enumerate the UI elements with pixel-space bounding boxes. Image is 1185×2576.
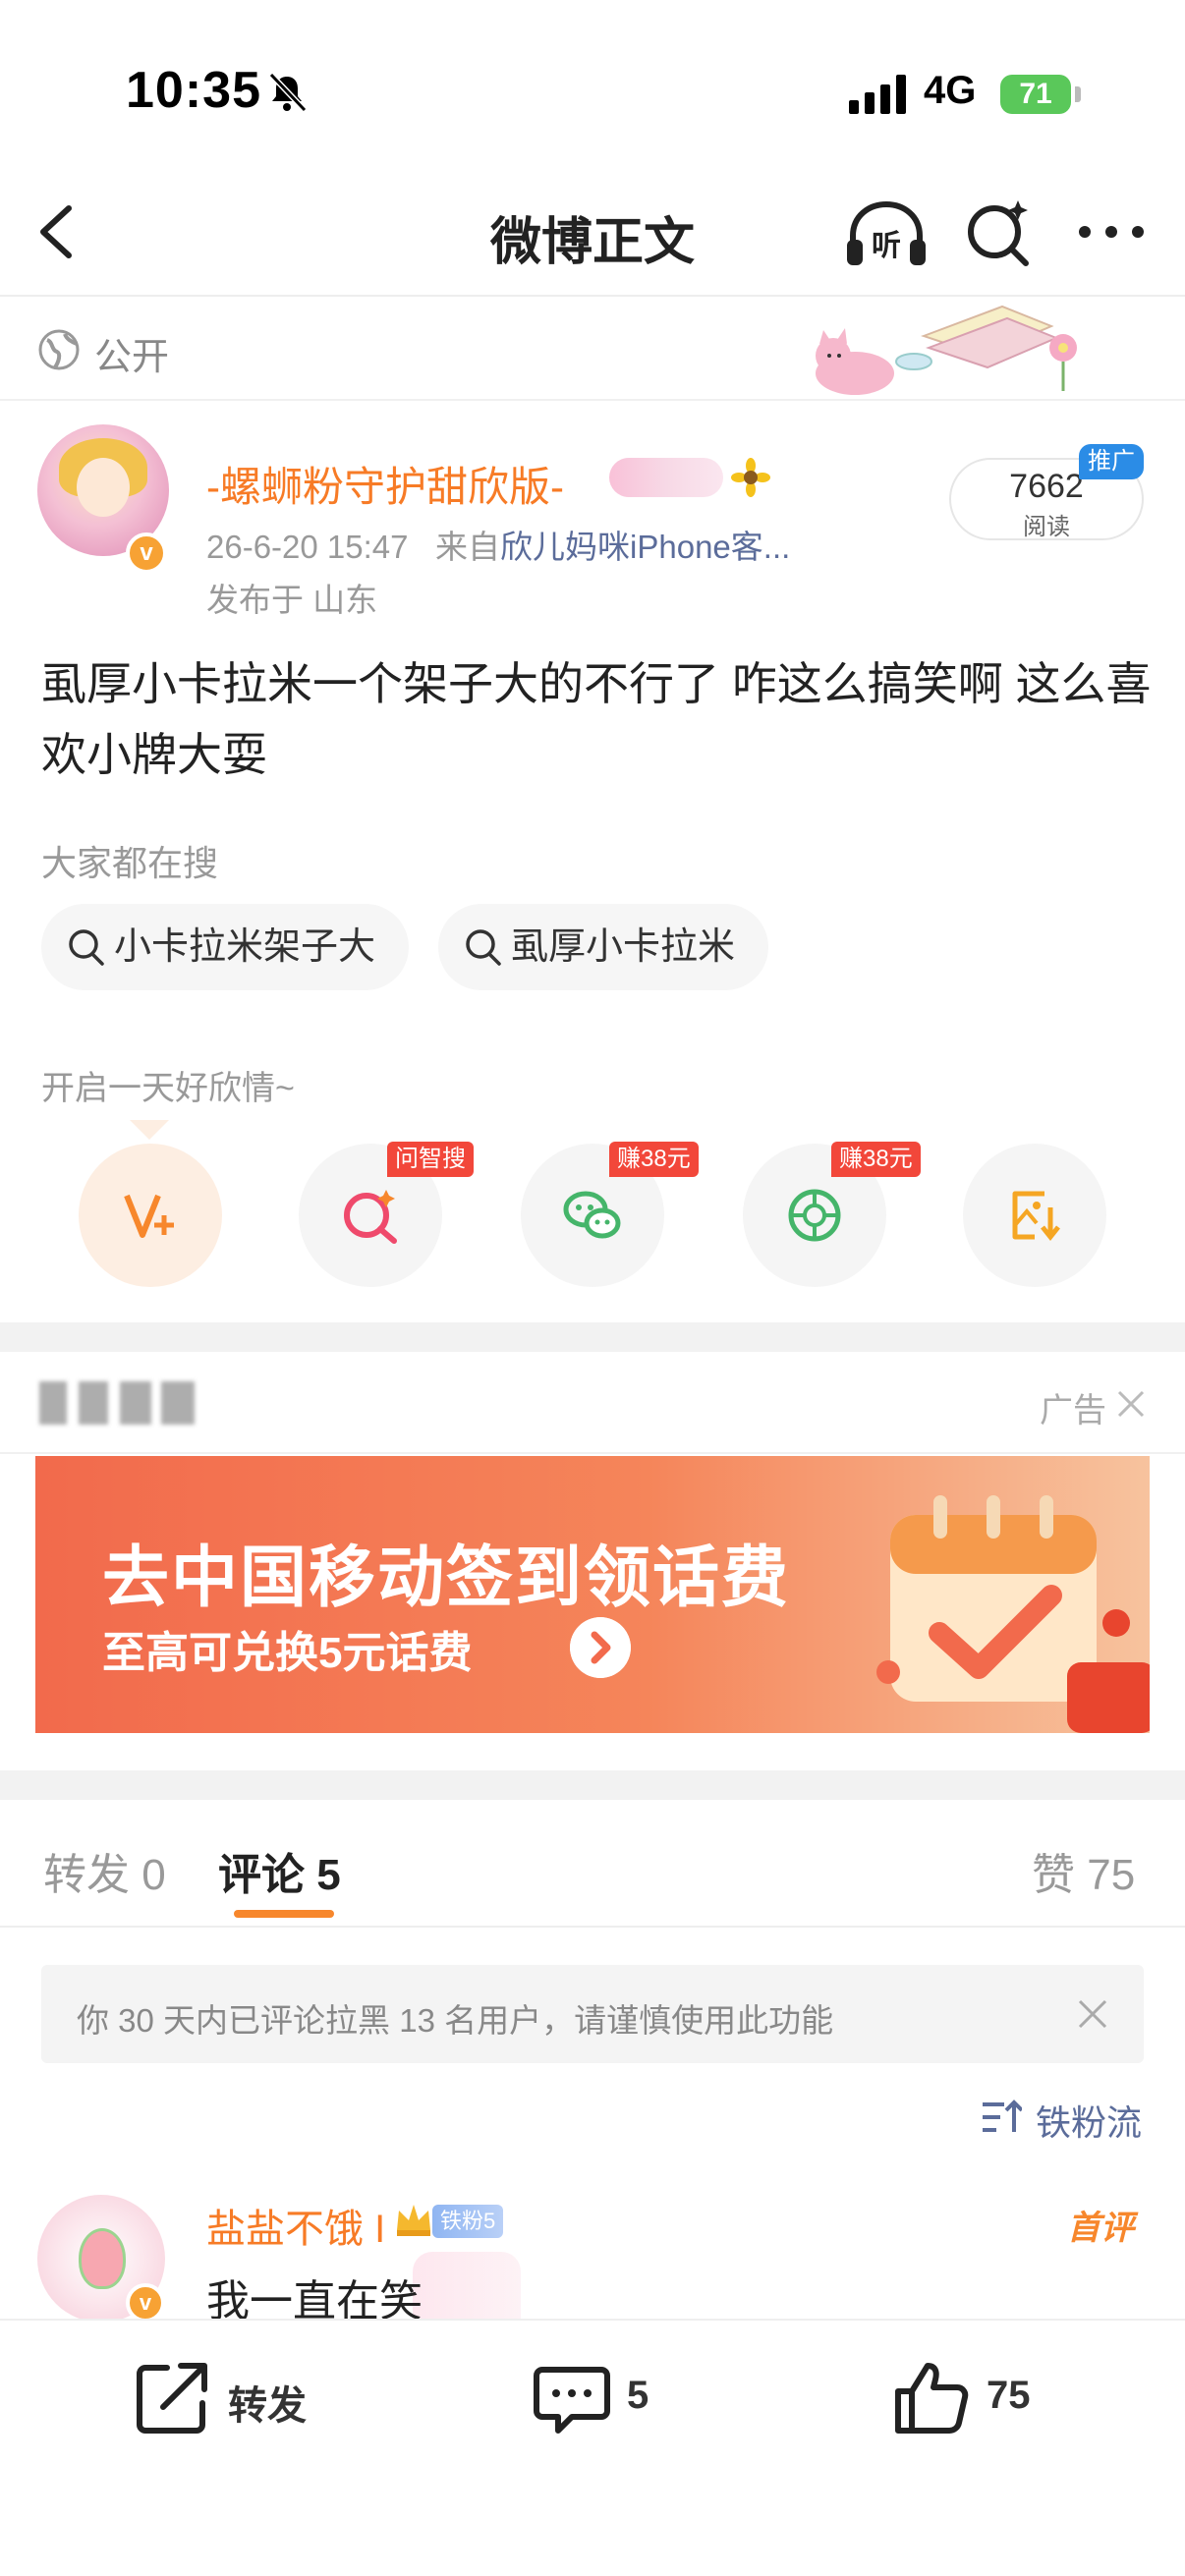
fan-level-badge: 铁粉5 (432, 2205, 504, 2238)
post-timestamp: 26-6-20 15:47 (206, 529, 409, 565)
hot-search-chip-label: 小卡拉米架子大 (114, 926, 376, 968)
hot-search-chip[interactable]: 虱厚小卡拉米 (438, 904, 769, 990)
status-bar: 10:35 4G 71 (0, 0, 1185, 167)
crown-icon (397, 2205, 430, 2236)
sort-icon (983, 2100, 1022, 2132)
greeting-text: 开启一天好欣情~ (41, 1070, 295, 1107)
chevron-right-icon (570, 1617, 631, 1678)
bell-slash-icon (268, 72, 308, 113)
comment-tabs: 转发 0 评论 5 赞 75 (0, 1800, 1185, 1928)
section-divider (0, 1770, 1185, 1800)
comment-icon (534, 2367, 610, 2434)
moments-icon (788, 1189, 841, 1242)
search-icon[interactable] (963, 196, 1034, 267)
fan-badge[interactable] (609, 458, 723, 497)
save-image-button[interactable] (963, 1144, 1106, 1287)
comment-count: 5 (627, 2374, 649, 2417)
ad-label: 广告 (1040, 1392, 1106, 1429)
nav-bar: 微博正文 听 (0, 167, 1185, 297)
ad-banner[interactable]: 去中国移动签到领话费 至高可兑换5元话费 (35, 1456, 1150, 1733)
author-name[interactable]: -螺蛳粉守护甜欣版- (206, 454, 564, 514)
battery-tip (1075, 86, 1081, 102)
first-comment-tag: 首评 (1067, 2210, 1134, 2247)
ad-header: 广告 (0, 1352, 1185, 1454)
post-location: 发布于 山东 (206, 582, 378, 618)
save-image-icon (1012, 1191, 1060, 1242)
vplus-button[interactable] (79, 1144, 222, 1287)
close-icon[interactable] (1077, 1998, 1108, 2030)
post-source[interactable]: 欣儿妈咪iPhone客... (500, 529, 790, 565)
search-icon (69, 929, 104, 966)
hot-search-chip[interactable]: 小卡拉米架子大 (41, 904, 410, 990)
post-meta: 26-6-20 15:47 来自欣儿妈咪iPhone客... (206, 521, 790, 568)
calendar-illustration-icon (876, 1495, 1150, 1733)
globe-icon (38, 329, 80, 370)
repost-label: 转发 (228, 2384, 307, 2428)
post-body: 虱厚小卡拉米一个架子大的不行了 咋这么搞笑啊 这么喜欢小牌大耍 (41, 658, 1152, 780)
smart-search-icon (344, 1190, 397, 1244)
avatar-fruit (79, 2228, 126, 2289)
bottom-action-bar: 转发 5 75 (0, 2319, 1185, 2576)
listen-icon[interactable]: 听 (843, 196, 930, 271)
search-icon (466, 929, 501, 966)
network-type: 4G (924, 69, 977, 112)
status-time: 10:35 (126, 62, 261, 119)
ad-subtitle: 至高可兑换5元话费 (102, 1629, 473, 1677)
promo-tag: 推广 (1079, 444, 1144, 479)
tab-like[interactable]: 赞 75 (1032, 1839, 1135, 1902)
section-divider (0, 1322, 1185, 1352)
pointer-indicator (130, 1120, 169, 1140)
tool-badge: 赚38元 (831, 1142, 921, 1177)
visibility-label: 公开 (94, 337, 170, 378)
tool-badge: 问智搜 (387, 1142, 474, 1177)
tool-badge: 赚38元 (609, 1142, 699, 1177)
notice-text: 你 30 天内已评论拉黑 13 名用户，请谨慎使用此功能 (77, 2002, 834, 2039)
like-count: 75 (987, 2374, 1031, 2417)
avatar-face (77, 458, 130, 517)
vplus-icon (124, 1194, 174, 1238)
cat-illustration-icon (816, 305, 1077, 395)
commenter-name[interactable]: 盐盐不饿 I (206, 2197, 385, 2254)
sunflower-icon (731, 458, 770, 497)
listen-icon-text: 听 (872, 229, 901, 263)
active-tab-indicator (234, 1910, 334, 1918)
verified-badge: v (126, 532, 167, 574)
tab-comment[interactable]: 评论 5 (218, 1839, 341, 1902)
verified-badge: v (126, 2283, 165, 2323)
hot-search-title: 大家都在搜 (41, 843, 219, 883)
comment-decoration (413, 2252, 521, 2321)
sort-label: 铁粉流 (1036, 2102, 1143, 2143)
visibility-row: 公开 (0, 297, 1185, 401)
like-icon (895, 2363, 969, 2434)
close-icon[interactable] (1116, 1389, 1146, 1419)
hot-search-chip-label: 虱厚小卡拉米 (511, 926, 736, 968)
ad-title: 去中国移动签到领话费 (102, 1540, 791, 1615)
ad-advertiser-blurred (39, 1381, 197, 1425)
block-notice: 你 30 天内已评论拉黑 13 名用户，请谨慎使用此功能 (41, 1965, 1144, 2063)
more-icon[interactable] (1077, 212, 1146, 252)
battery-level: 71 (1000, 75, 1071, 114)
wechat-icon (563, 1191, 621, 1239)
source-prefix: 来自 (435, 529, 501, 565)
signal-icon (849, 75, 906, 114)
share-icon (137, 2363, 207, 2434)
tab-repost[interactable]: 转发 0 (43, 1839, 166, 1902)
read-label: 阅读 (1023, 514, 1070, 540)
